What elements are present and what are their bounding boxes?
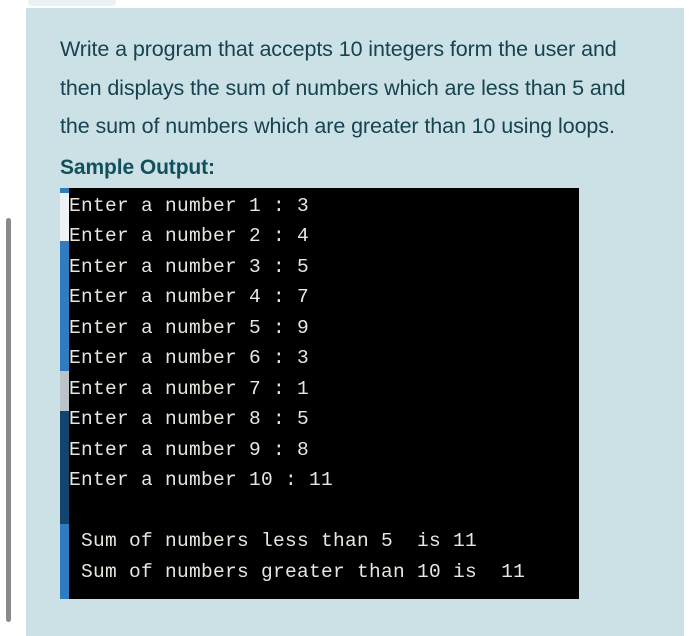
terminal-line: Sum of numbers greater than 10 is 11: [69, 560, 526, 583]
question-text: Write a program that accepts 10 integers…: [60, 37, 632, 138]
terminal-rail-segment: [60, 240, 69, 371]
terminal-line: Enter a number 1 : 3: [69, 194, 310, 217]
terminal-output-block: Enter a number 1 : 3 Enter a number 2 : 4…: [60, 187, 579, 599]
terminal-line: Enter a number 4 : 7: [69, 286, 310, 308]
terminal-line: Enter a number 2 : 4: [69, 225, 310, 247]
sample-output-heading: Sample Output:: [60, 155, 215, 179]
terminal-lines: Enter a number 1 : 3 Enter a number 2 : 4…: [69, 191, 579, 599]
terminal-left-rail[interactable]: [60, 187, 69, 599]
terminal-line: Enter a number 9 : 8: [69, 438, 310, 461]
page-scrollbar[interactable]: [6, 218, 11, 622]
terminal-line: Enter a number 8 : 5: [69, 408, 310, 430]
terminal-line: Enter a number 10 : 11: [69, 469, 334, 491]
top-cutoff-pill: [28, 0, 116, 6]
terminal-line: Enter a number 7 : 1: [69, 377, 310, 400]
terminal-rail-segment: [60, 370, 69, 411]
terminal-rail-segment: [60, 192, 69, 241]
terminal-rail-segment: [60, 523, 69, 599]
question-card: Write a program that accepts 10 integers…: [26, 8, 684, 636]
terminal-line: Enter a number 3 : 5: [69, 255, 310, 278]
terminal-line: Enter a number 5 : 9: [69, 316, 310, 339]
terminal-rail-segment: [60, 410, 69, 524]
terminal-line: Enter a number 6 : 3: [69, 347, 310, 369]
terminal-line: Sum of numbers less than 5 is 11: [69, 530, 478, 552]
